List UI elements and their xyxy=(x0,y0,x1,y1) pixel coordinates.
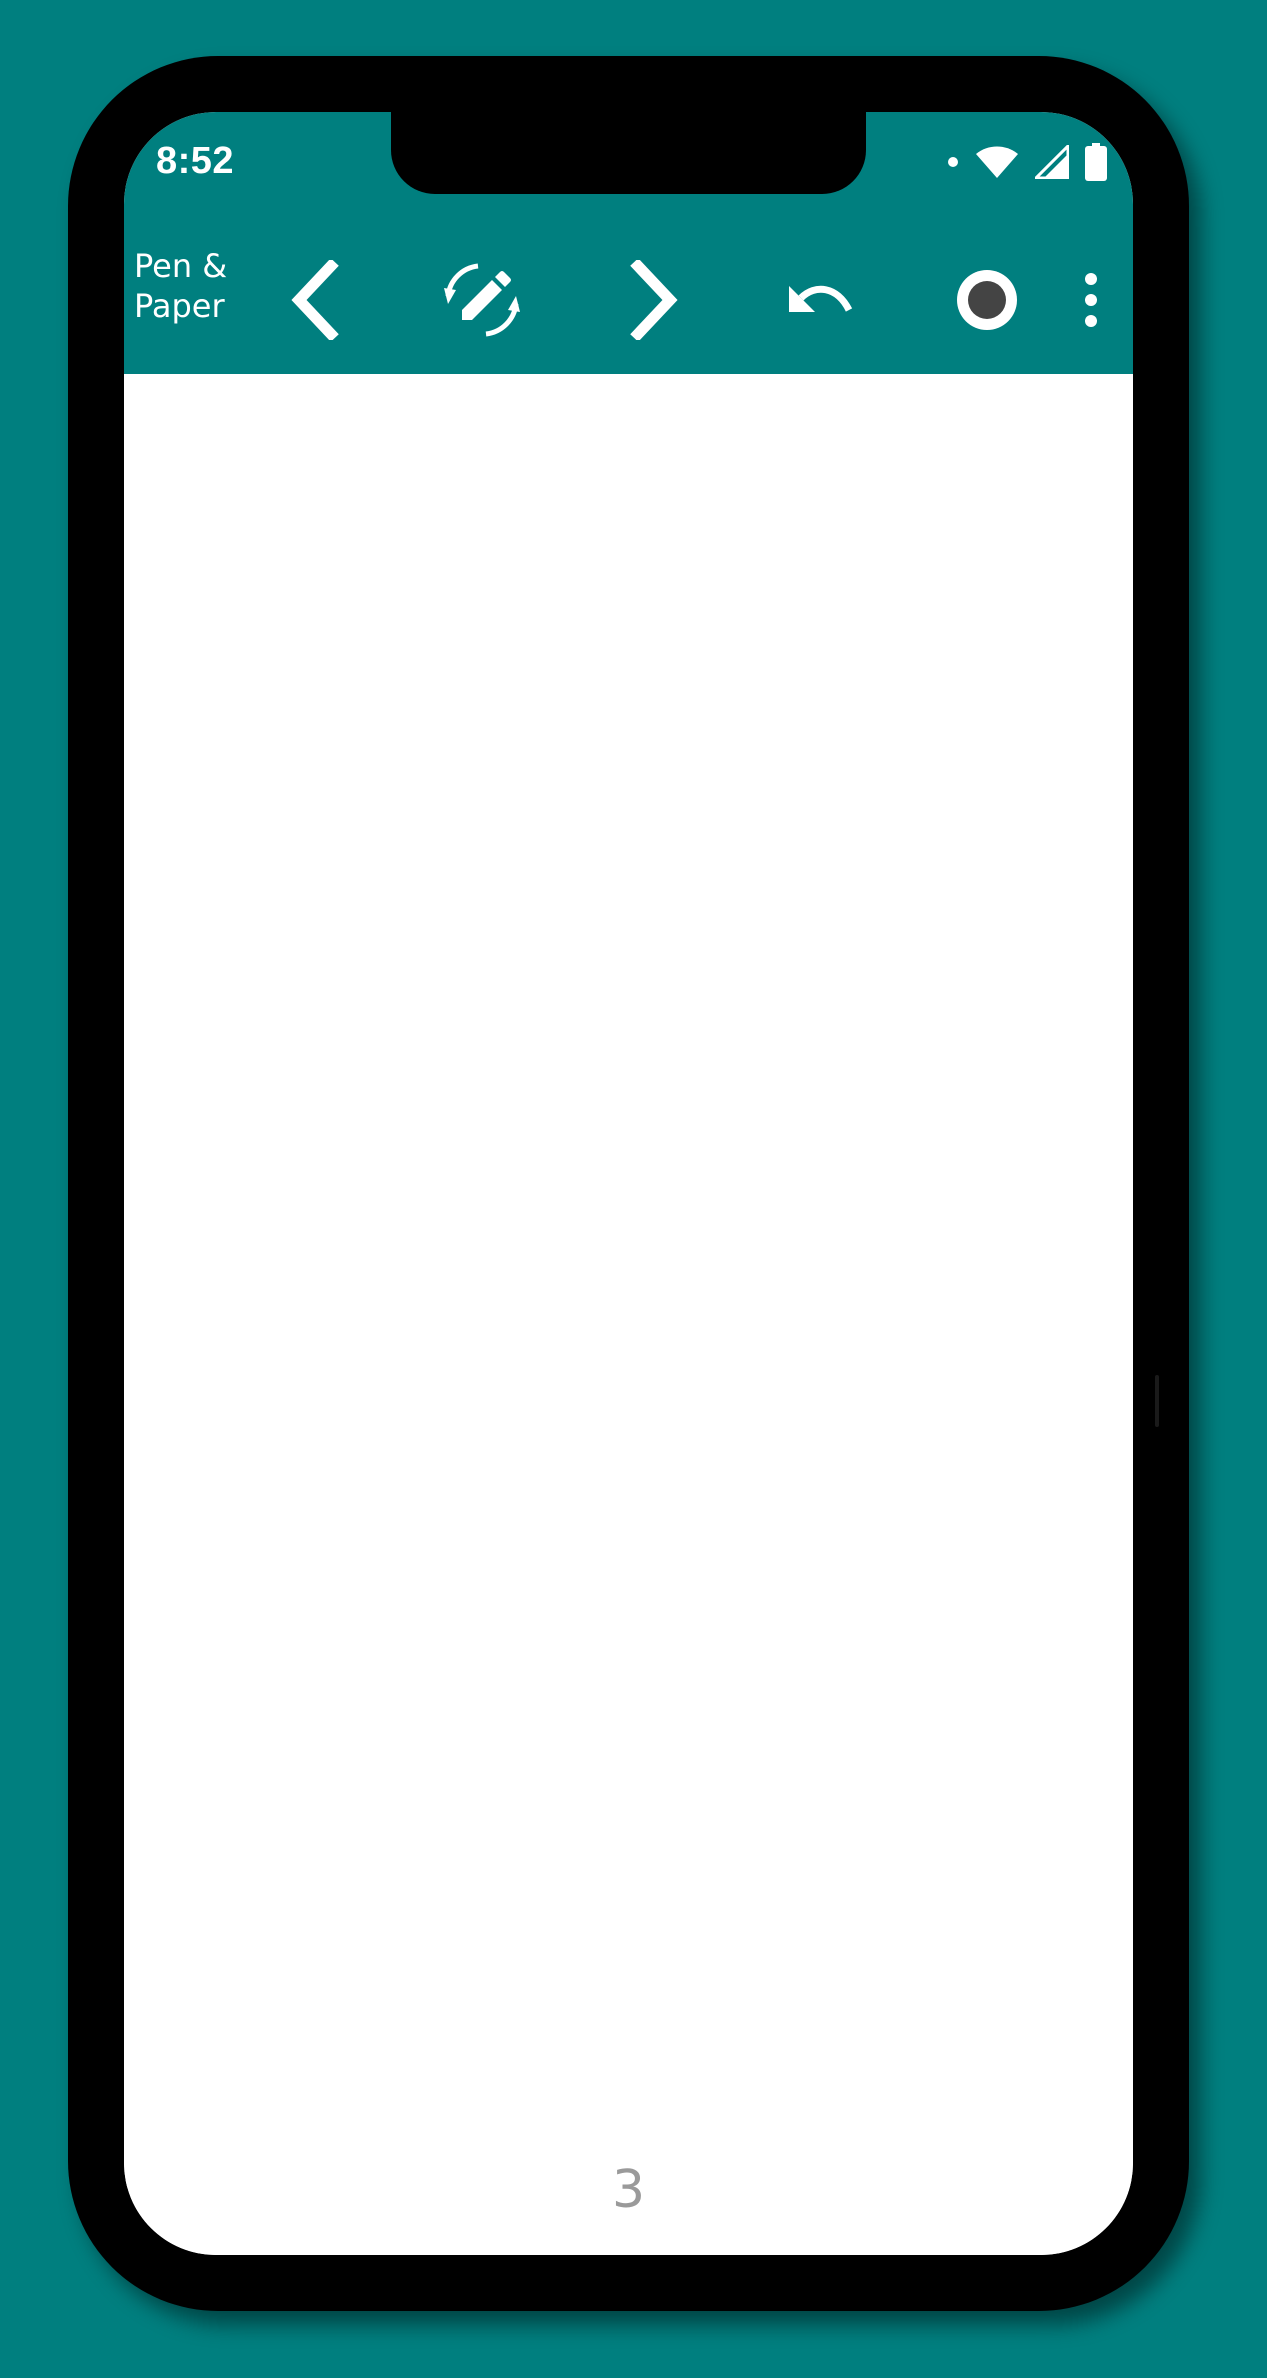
tool-switch-button[interactable] xyxy=(432,250,532,350)
status-icons xyxy=(947,142,1107,182)
previous-page-button[interactable] xyxy=(265,250,365,350)
undo-icon xyxy=(787,278,853,322)
page-number: 3 xyxy=(611,2160,646,2220)
circle-dot-icon xyxy=(956,269,1018,331)
device-screen: 8:52 Pen & Paper 3 xyxy=(124,112,1133,2255)
pencil-cycle-icon xyxy=(442,260,522,340)
more-vertical-icon xyxy=(1084,272,1098,328)
more-options-button[interactable] xyxy=(1051,250,1131,350)
cell-signal-icon xyxy=(1035,145,1069,179)
drawing-canvas[interactable] xyxy=(124,374,1133,2255)
next-page-button[interactable] xyxy=(604,250,704,350)
brush-color-button[interactable] xyxy=(937,250,1037,350)
app-title: Pen & Paper xyxy=(134,247,228,325)
status-time: 8:52 xyxy=(156,140,235,182)
wifi-icon xyxy=(975,145,1019,179)
chevron-right-icon xyxy=(626,260,682,340)
camera-notch xyxy=(391,112,866,194)
battery-icon xyxy=(1085,143,1107,181)
undo-button[interactable] xyxy=(770,250,870,350)
chevron-left-icon xyxy=(287,260,343,340)
phone-side-button xyxy=(1155,1375,1159,1427)
app-bar: 8:52 Pen & Paper xyxy=(124,112,1133,374)
notification-dot-icon xyxy=(947,156,959,168)
